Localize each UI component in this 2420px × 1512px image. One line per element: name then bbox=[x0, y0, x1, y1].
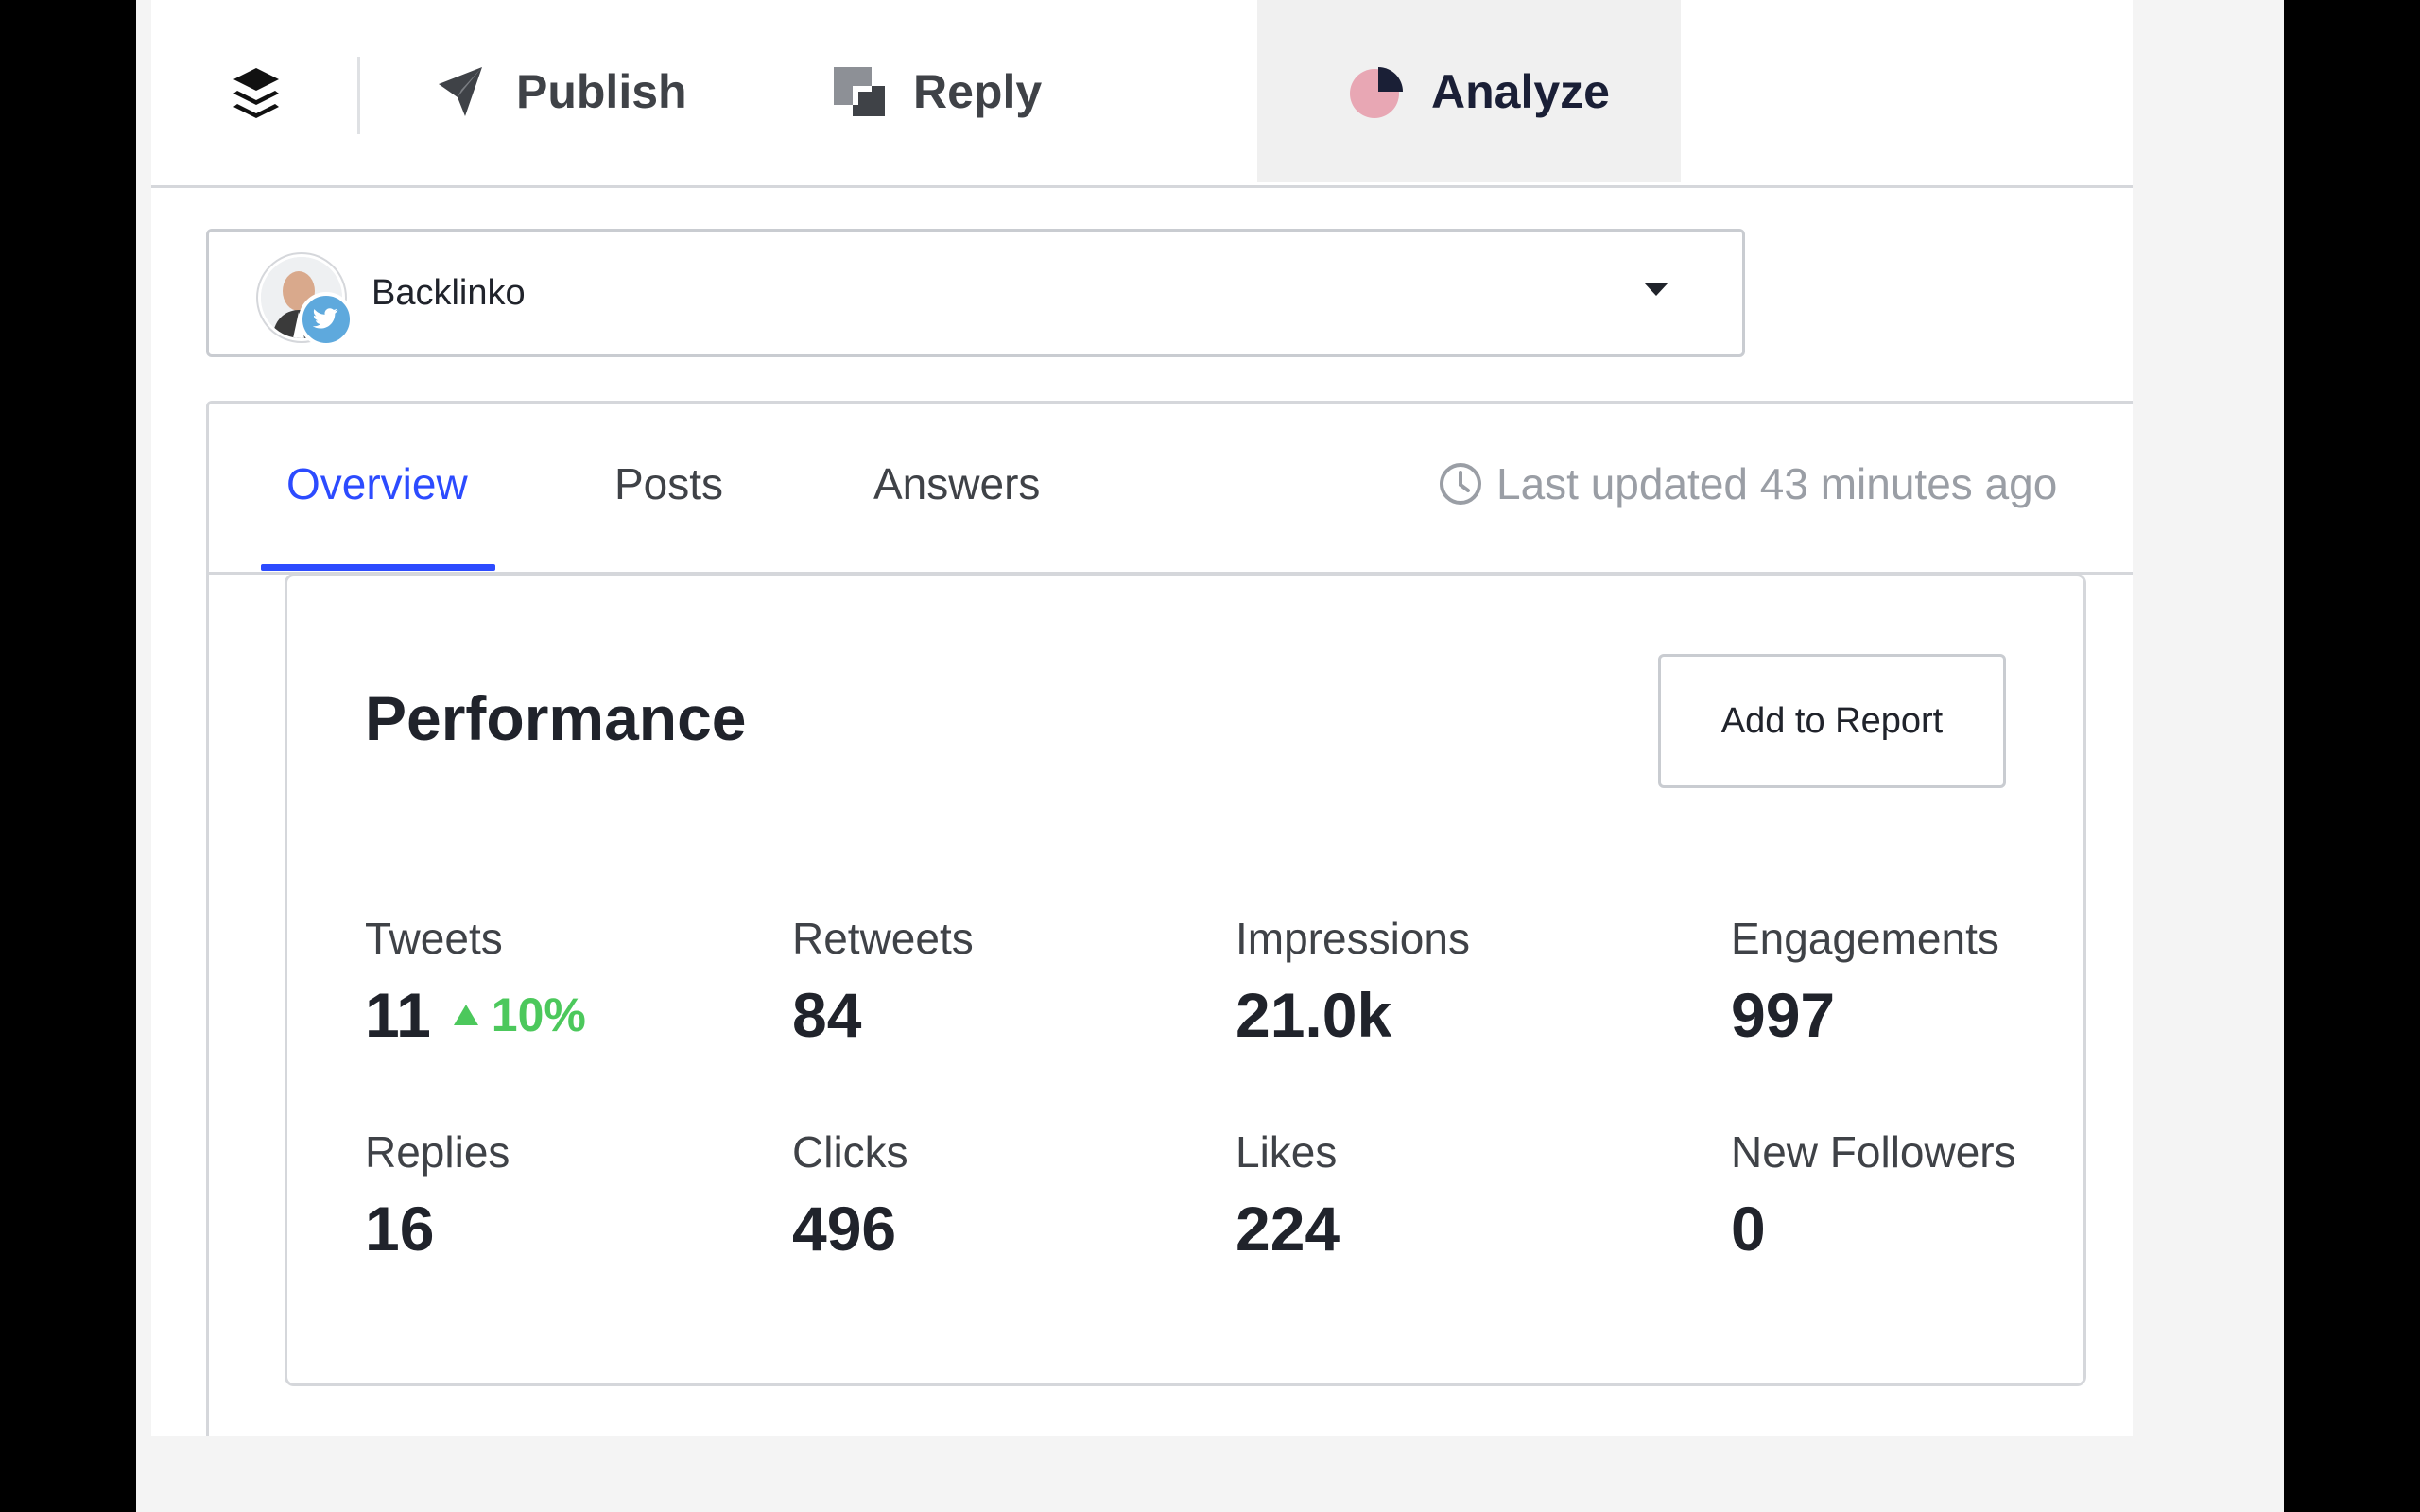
last-updated: Last updated 43 minutes ago bbox=[1438, 458, 2057, 509]
clock-icon bbox=[1440, 463, 1481, 505]
trend-up-icon bbox=[453, 1005, 478, 1025]
metric-value: 496 bbox=[792, 1194, 897, 1263]
analyze-pie-icon bbox=[1350, 66, 1403, 118]
add-to-report-button[interactable]: Add to Report bbox=[1658, 654, 2006, 788]
nav-publish[interactable]: Publish bbox=[435, 0, 687, 182]
metric-label: Replies bbox=[365, 1127, 510, 1177]
metric-replies: Replies 16 bbox=[365, 1126, 510, 1264]
analytics-panel: Overview Posts Answers Last updated 43 m… bbox=[206, 401, 2133, 1436]
nav-divider bbox=[357, 57, 360, 134]
profile-selector[interactable]: Backlinko bbox=[206, 229, 1745, 357]
metric-engagements: Engagements 997 bbox=[1731, 913, 1999, 1051]
performance-card: Performance Add to Report Tweets 11 10% … bbox=[285, 574, 2086, 1386]
metric-impressions: Impressions 21.0k bbox=[1236, 913, 1470, 1051]
metric-retweets: Retweets 84 bbox=[792, 913, 974, 1051]
metric-label: Clicks bbox=[792, 1127, 908, 1177]
tab-posts[interactable]: Posts bbox=[614, 458, 723, 509]
tab-answers[interactable]: Answers bbox=[873, 458, 1040, 509]
metric-value: 997 bbox=[1731, 980, 1836, 1050]
performance-title: Performance bbox=[365, 683, 747, 753]
buffer-logo-icon[interactable] bbox=[232, 66, 281, 125]
metric-new-followers: New Followers 0 bbox=[1731, 1126, 2016, 1264]
metric-value-row: 11 10% bbox=[365, 979, 586, 1051]
trend-change-value: 10% bbox=[491, 988, 586, 1041]
nav-publish-label: Publish bbox=[516, 64, 687, 118]
nav-analyze[interactable]: Analyze bbox=[1257, 0, 1681, 182]
metric-likes: Likes 224 bbox=[1236, 1126, 1340, 1264]
metric-label: Tweets bbox=[365, 914, 503, 963]
twitter-icon bbox=[299, 292, 354, 347]
metric-clicks: Clicks 496 bbox=[792, 1126, 908, 1264]
tab-overview[interactable]: Overview bbox=[286, 458, 468, 509]
profile-name: Backlinko bbox=[372, 273, 526, 313]
metric-label: New Followers bbox=[1731, 1127, 2016, 1177]
last-updated-text: Last updated 43 minutes ago bbox=[1496, 459, 2058, 508]
metric-value: 16 bbox=[365, 1194, 435, 1263]
metric-value: 84 bbox=[792, 980, 862, 1050]
metric-value: 21.0k bbox=[1236, 980, 1392, 1050]
metric-value: 0 bbox=[1731, 1194, 1766, 1263]
nav-reply-label: Reply bbox=[913, 64, 1043, 118]
metric-label: Retweets bbox=[792, 914, 974, 963]
active-tab-indicator bbox=[261, 564, 495, 571]
nav-reply[interactable]: Reply bbox=[832, 0, 1042, 182]
top-nav: Publish Reply Analyze bbox=[151, 0, 2133, 188]
nav-analyze-label: Analyze bbox=[1431, 64, 1610, 118]
trend-change: 10% bbox=[453, 988, 586, 1042]
tab-bar: Overview Posts Answers Last updated 43 m… bbox=[209, 404, 2133, 575]
metric-label: Engagements bbox=[1731, 914, 1999, 963]
metric-value: 224 bbox=[1236, 1194, 1340, 1263]
metric-label: Likes bbox=[1236, 1127, 1338, 1177]
metric-label: Impressions bbox=[1236, 914, 1470, 963]
metric-tweets: Tweets 11 10% bbox=[365, 913, 586, 1051]
publish-icon bbox=[439, 66, 482, 116]
metric-value: 11 bbox=[365, 980, 431, 1050]
chevron-down-icon[interactable] bbox=[1644, 283, 1668, 296]
reply-icon bbox=[834, 66, 885, 116]
buffer-app-window: Publish Reply Analyze Backlinko Overview… bbox=[151, 0, 2133, 1436]
screenshot-frame: Publish Reply Analyze Backlinko Overview… bbox=[136, 0, 2284, 1512]
